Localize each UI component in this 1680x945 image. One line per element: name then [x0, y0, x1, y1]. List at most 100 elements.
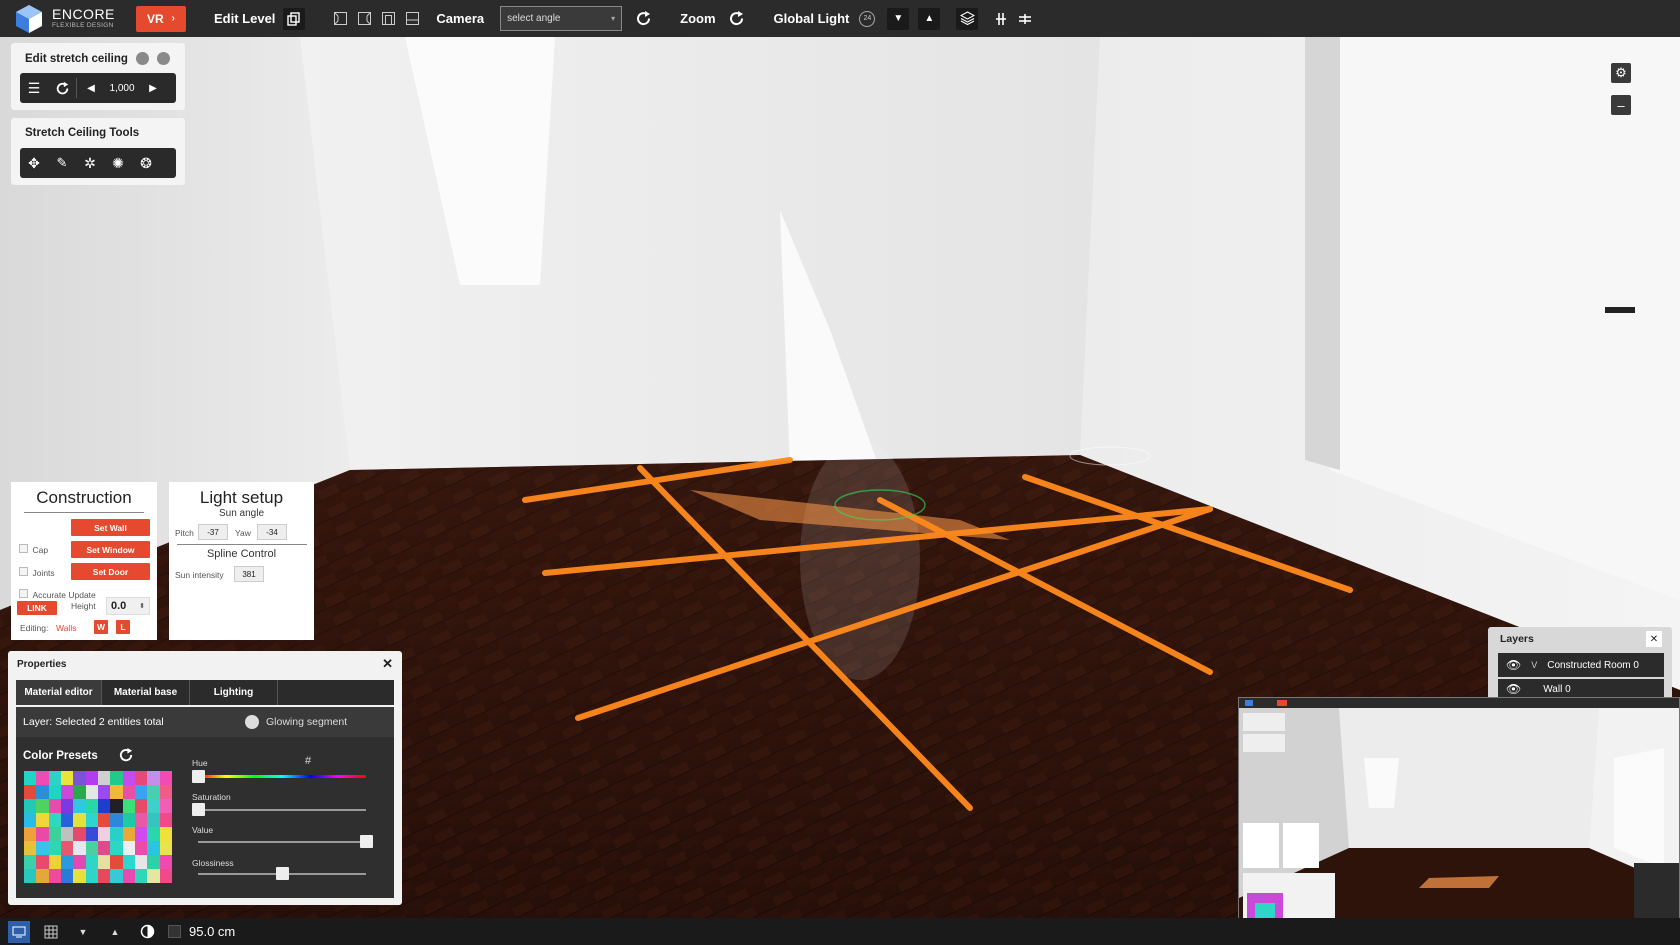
color-swatch[interactable]	[48, 785, 61, 799]
color-swatch[interactable]	[134, 841, 148, 855]
color-swatch[interactable]	[97, 785, 111, 799]
color-swatch[interactable]	[85, 841, 98, 855]
color-swatch[interactable]	[24, 813, 37, 827]
color-swatch[interactable]	[36, 799, 49, 813]
color-swatch[interactable]	[48, 869, 61, 883]
color-swatch[interactable]	[122, 869, 135, 883]
color-swatch[interactable]	[134, 869, 148, 883]
set-window-button[interactable]: Set Window	[71, 541, 150, 558]
color-swatch[interactable]	[159, 827, 172, 841]
color-swatch[interactable]	[110, 799, 123, 813]
color-swatch[interactable]	[134, 799, 148, 813]
saturation-slider-knob[interactable]	[192, 803, 205, 816]
color-swatch[interactable]	[134, 785, 148, 799]
joints-checkbox[interactable]	[19, 567, 28, 577]
color-swatch[interactable]	[147, 785, 160, 799]
view-top-button[interactable]	[403, 10, 421, 28]
color-swatch[interactable]	[85, 855, 98, 869]
color-swatch[interactable]	[36, 785, 49, 799]
glowing-segment-toggle[interactable]	[245, 715, 259, 729]
vr-button[interactable]: VR ›	[136, 5, 186, 32]
color-swatch[interactable]	[97, 813, 111, 827]
color-swatch[interactable]	[110, 869, 123, 883]
eye-icon[interactable]: 👁	[1506, 658, 1521, 672]
yaw-input[interactable]: -34	[257, 524, 287, 540]
color-swatch[interactable]	[24, 869, 37, 883]
aperture-tool-button[interactable]: ❂	[132, 149, 160, 177]
layers-close-button[interactable]: ✕	[1646, 631, 1662, 647]
color-swatch[interactable]	[122, 813, 135, 827]
color-swatch[interactable]	[97, 827, 111, 841]
color-swatch[interactable]	[122, 785, 135, 799]
toggle-b-button[interactable]	[156, 52, 170, 65]
stretch-value[interactable]: 1,000	[105, 83, 139, 94]
color-swatch[interactable]	[159, 869, 172, 883]
viewport-preview[interactable]	[1238, 697, 1680, 945]
points-tool-button[interactable]: ✲	[76, 149, 104, 177]
color-swatch[interactable]	[110, 771, 123, 785]
color-swatch[interactable]	[147, 771, 160, 785]
color-swatch[interactable]	[85, 771, 98, 785]
color-swatch[interactable]	[24, 855, 37, 869]
color-swatch[interactable]	[60, 855, 74, 869]
color-swatch[interactable]	[85, 869, 98, 883]
camera-angle-select[interactable]: select angle ▾	[500, 6, 623, 31]
color-swatch[interactable]	[24, 799, 37, 813]
color-swatch[interactable]	[24, 841, 37, 855]
eye-icon[interactable]: 👁	[1506, 682, 1521, 696]
view-right-button[interactable]	[355, 10, 373, 28]
draw-tool-button[interactable]: ✎	[48, 149, 76, 177]
tab-material-base[interactable]: Material base	[102, 680, 190, 705]
color-swatch[interactable]	[48, 855, 61, 869]
view-left-button[interactable]	[331, 10, 349, 28]
color-swatch[interactable]	[85, 799, 98, 813]
view-mode-button[interactable]	[8, 920, 30, 943]
decrement-button[interactable]: ◀	[77, 74, 105, 102]
align-horizontal-button[interactable]	[1016, 10, 1034, 28]
level-down-button[interactable]: ▼	[72, 921, 94, 943]
set-wall-button[interactable]: Set Wall	[71, 519, 150, 536]
color-swatch[interactable]	[73, 869, 86, 883]
color-swatch[interactable]	[73, 771, 86, 785]
align-vertical-button[interactable]	[992, 10, 1010, 28]
color-swatch[interactable]	[147, 813, 160, 827]
color-swatch[interactable]	[73, 799, 86, 813]
color-swatch[interactable]	[24, 827, 37, 841]
color-swatch[interactable]	[73, 841, 86, 855]
color-swatch[interactable]	[48, 813, 61, 827]
color-swatch[interactable]	[36, 827, 49, 841]
light-down-button[interactable]: ▼	[887, 7, 910, 30]
color-swatch[interactable]	[110, 855, 123, 869]
color-swatch[interactable]	[24, 771, 37, 785]
layers-toggle-button[interactable]	[956, 7, 979, 30]
cap-checkbox[interactable]	[19, 544, 28, 554]
color-swatch[interactable]	[159, 771, 172, 785]
glossiness-slider-knob[interactable]	[276, 867, 289, 880]
color-swatch[interactable]	[134, 827, 148, 841]
layer-row[interactable]: 👁 Wall 0	[1498, 679, 1664, 699]
color-swatch[interactable]	[110, 827, 123, 841]
color-swatch[interactable]	[60, 827, 74, 841]
list-button[interactable]: ☰	[20, 74, 48, 102]
color-swatch[interactable]	[122, 799, 135, 813]
color-swatch[interactable]	[24, 785, 37, 799]
hue-slider-track[interactable]	[198, 775, 366, 778]
light-tool-button[interactable]: ✺	[104, 149, 132, 177]
color-swatch[interactable]	[48, 841, 61, 855]
color-swatch[interactable]	[36, 771, 49, 785]
move-tool-button[interactable]: ✥	[20, 149, 48, 177]
color-swatch[interactable]	[97, 841, 111, 855]
color-swatch[interactable]	[147, 869, 160, 883]
height-input[interactable]: 0.0 ⬍	[106, 597, 150, 615]
color-swatch[interactable]	[147, 827, 160, 841]
color-swatch[interactable]	[97, 799, 111, 813]
layer-row[interactable]: 👁 V Constructed Room 0	[1498, 653, 1664, 677]
color-swatch[interactable]	[60, 785, 74, 799]
contrast-button[interactable]	[136, 921, 158, 943]
color-swatch[interactable]	[110, 813, 123, 827]
color-swatch[interactable]	[73, 855, 86, 869]
color-swatch[interactable]	[73, 813, 86, 827]
color-swatch[interactable]	[97, 855, 111, 869]
sun-intensity-input[interactable]: 381	[234, 566, 264, 582]
color-swatch[interactable]	[73, 785, 86, 799]
